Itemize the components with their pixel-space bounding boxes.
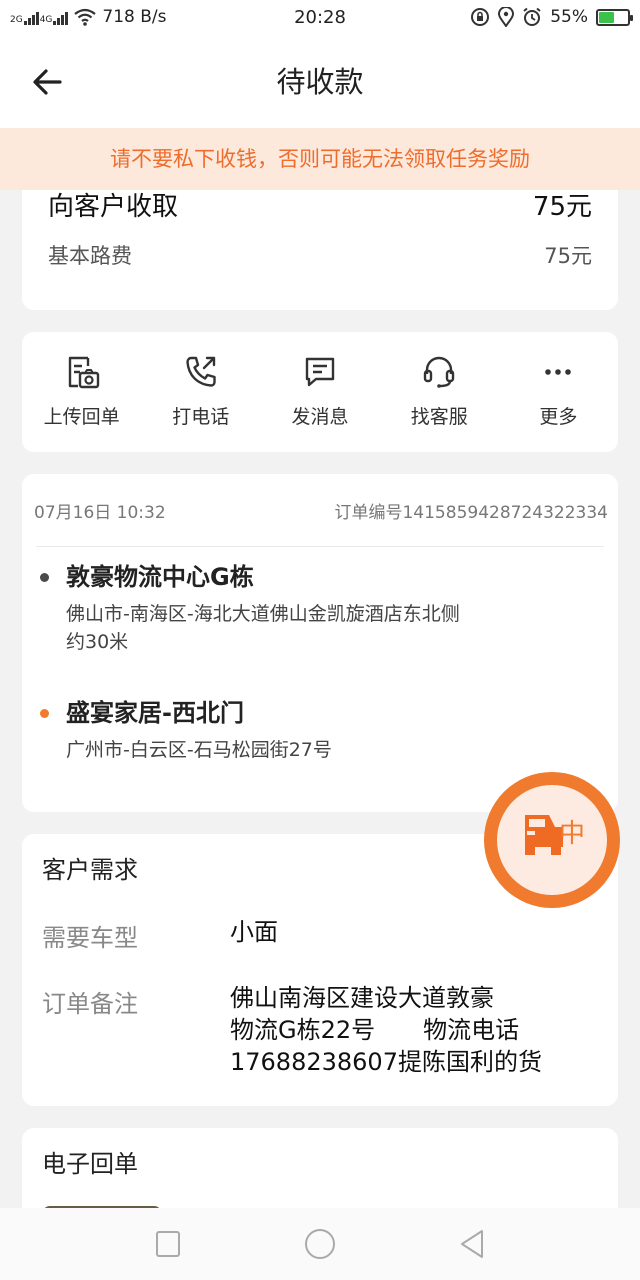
action-label: 打电话 [172,406,230,428]
vehicle-type-value: 小面 [230,918,278,946]
network-tag: 2G [10,15,23,25]
more-icon [545,369,572,375]
collect-label: 向客户收取 [48,192,179,222]
dropoff-name: 盛宴家居-西北门 [66,699,244,727]
location-icon [498,7,515,27]
action-label: 更多 [539,406,578,428]
pickup-address-line: 佛山市-南海区-海北大道佛山金凯旋酒店东北侧 [66,603,460,625]
network-tag: 4G [39,15,53,25]
order-meta: 07月16日 10:32 订单编号1415859428724322334 [34,498,608,523]
warning-banner: 请不要私下收钱，否则可能无法领取任务奖励 [0,128,640,190]
in-progress-float-button[interactable]: 中 [484,772,620,908]
vpn-icon [471,8,490,26]
network-speed: 718 B/s [102,7,167,27]
collect-value: 75元 [532,192,592,222]
float-inner: 中 [497,785,607,895]
dropoff-address: 广州市-白云区-石马松园街27号 [66,739,332,761]
dropoff-location[interactable]: 盛宴家居-西北门 广州市-白云区-石马松园街27号 [40,696,588,764]
message-icon [305,357,335,387]
actions-card: 上传回单 打电话 发消息 找客服 更多 [22,332,618,452]
pickup-name: 敦豪物流中心G栋 [66,563,254,591]
upload-receipt-button[interactable]: 上传回单 [22,332,141,452]
action-label: 发消息 [291,406,349,428]
status-left: 2G 4G 718 B/s [10,7,167,27]
order-datetime: 07月16日 10:32 [34,503,166,523]
vehicle-type-label: 需要车型 [42,924,138,952]
app-header: 待收款 [0,34,640,128]
dropoff-dot [40,709,49,718]
action-label: 找客服 [410,406,468,428]
order-number[interactable]: 订单编号1415859428724322334 [334,498,608,523]
battery-level [599,11,615,23]
back-nav-icon[interactable] [455,1227,489,1261]
signal-icon: 2G 4G [10,9,69,25]
home-icon[interactable] [303,1227,337,1261]
recent-apps-icon[interactable] [151,1227,185,1261]
base-fee-label: 基本路费 [48,244,132,268]
section-title: 电子回单 [42,1150,138,1178]
more-button[interactable]: 更多 [499,332,618,452]
phone-icon [186,356,216,387]
pickup-dot [40,573,49,582]
wifi-icon [74,8,97,26]
pickup-address: 佛山市-南海区-海北大道佛山金凯旋酒店东北侧 约30米 [66,600,588,656]
alarm-icon [523,7,541,26]
fee-card: 向客户收取 75元 基本路费 75元 [22,172,618,310]
action-label: 上传回单 [43,406,120,428]
order-remark-label: 订单备注 [42,990,138,1018]
pickup-address-line: 约30米 [66,631,129,653]
page-title: 待收款 [276,65,364,99]
battery-icon [596,8,633,26]
divider [36,546,604,547]
remark-line: 佛山南海区建设大道敦豪 [230,984,494,1012]
order-remark-value: 佛山南海区建设大道敦豪 物流G栋22号 物流电话 17688238607提陈国利… [230,982,542,1078]
remark-line: 物流G栋22号 物流电话 [230,1016,520,1044]
base-fee-value: 75元 [544,244,592,268]
pickup-location[interactable]: 敦豪物流中心G栋 佛山市-南海区-海北大道佛山金凯旋酒店东北侧 约30米 [40,560,588,656]
customer-service-button[interactable]: 找客服 [380,332,499,452]
status-right: 55% [470,0,633,34]
base-fee-row: 基本路费 75元 [48,240,592,270]
battery-percent: 55% [550,7,588,27]
upload-receipt-icon [68,356,99,389]
phone-call-button[interactable]: 打电话 [141,332,260,452]
order-card: 07月16日 10:32 订单编号1415859428724322334 敦豪物… [22,474,618,812]
headset-icon [424,356,455,388]
send-message-button[interactable]: 发消息 [260,332,379,452]
section-title: 客户需求 [42,856,138,884]
status-bar: 2G 4G 718 B/s 20:28 55% [0,0,640,34]
float-button-text: 中 [559,819,586,849]
system-nav-bar [0,1208,640,1280]
remark-line: 17688238607提陈国利的货 [230,1048,542,1076]
collect-row: 向客户收取 75元 [48,186,592,223]
